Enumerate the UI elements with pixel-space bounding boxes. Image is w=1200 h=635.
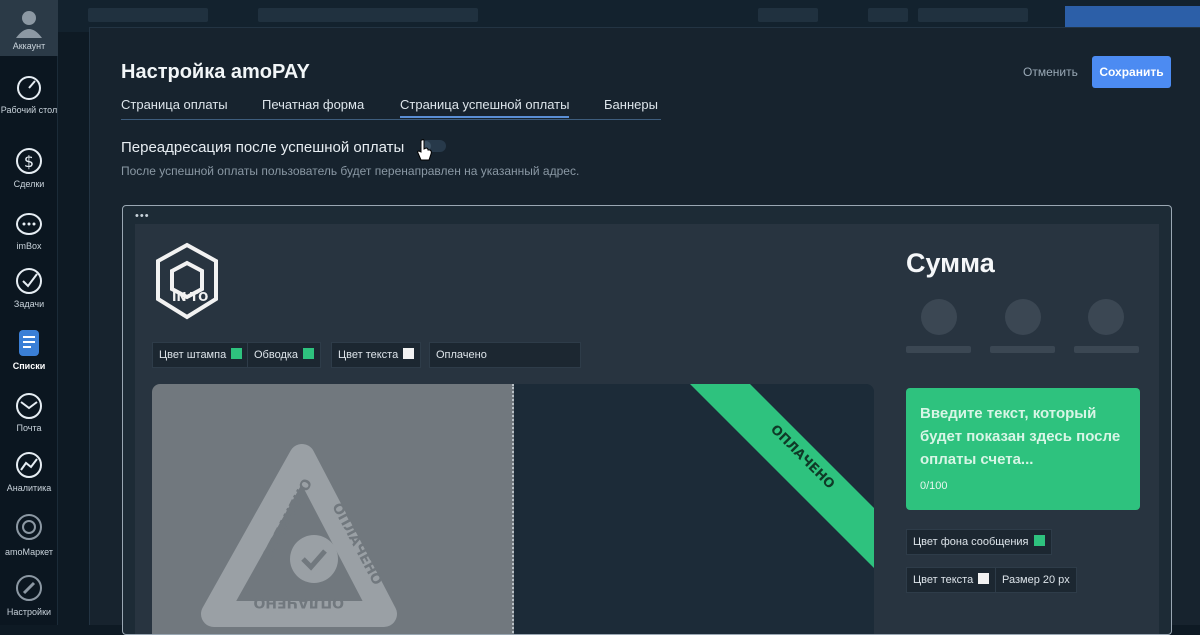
stamp-text-value: Оплачено [436, 349, 487, 361]
stamp-color-label: Цвет штампа [159, 349, 227, 361]
sum-title: Сумма [906, 248, 995, 278]
svg-text:IN: IN [172, 290, 187, 304]
checkmark-icon [16, 268, 42, 294]
stamp-text-bottom: ОПЛАЧЕНО [253, 594, 344, 610]
sidebar-item-imbox[interactable]: imBox [0, 212, 58, 251]
company-logo: IN TO [156, 242, 218, 320]
tab-banners[interactable]: Баннеры [604, 97, 658, 112]
sidebar-item-deals[interactable]: $ Сделки [0, 146, 58, 189]
dollar-icon: $ [16, 148, 42, 174]
outline-color-swatch[interactable] [303, 348, 315, 359]
paid-ribbon: ОПЛАЧЕНО [690, 384, 874, 568]
ribbon-preview-area: ОПЛАЧЕНО [514, 384, 874, 634]
save-button[interactable]: Сохранить [1092, 56, 1171, 88]
placeholder-bar [906, 346, 971, 353]
dashboard-icon [17, 76, 41, 100]
hand-cursor-icon [417, 139, 432, 161]
sidebar-item-label: Задачи [13, 299, 45, 309]
paid-stamp: ОПЛАЧЕНО ОПЛАЧЕНО ОПЛАЧЕНО [201, 444, 397, 627]
background-link [868, 8, 908, 22]
placeholder-bar [1074, 346, 1139, 353]
background-link [918, 8, 1028, 22]
settings-tabs: Страница оплаты Печатная форма Страница … [121, 96, 661, 120]
sidebar-item-lists[interactable]: Списки [0, 328, 58, 371]
message-text-color-control[interactable]: Цвет текста [906, 567, 997, 593]
sidebar-item-label: Аккаунт [12, 41, 46, 51]
success-page-preview: ••• IN TO Цвет штампа Обводка Цвет текст… [122, 205, 1172, 635]
text-color-swatch[interactable] [403, 348, 415, 359]
chat-icon [16, 213, 42, 235]
sidebar-item-label: Почта [16, 423, 42, 433]
background-counter [758, 8, 818, 22]
sidebar-item-label: Списки [12, 361, 46, 371]
outline-color-control[interactable]: Обводка [247, 342, 322, 368]
market-icon [16, 514, 42, 540]
stamp-color-control[interactable]: Цвет штампа [152, 342, 250, 368]
stamp-preview-area: ОПЛАЧЕНО ОПЛАЧЕНО ОПЛАЧЕНО [152, 384, 514, 634]
message-bg-color-label: Цвет фона сообщения [913, 536, 1029, 548]
sidebar-item-label: imBox [16, 241, 42, 251]
sidebar-item-analytics[interactable]: Аналитика [0, 450, 58, 493]
placeholder-circle [1005, 299, 1041, 335]
lists-icon [19, 330, 39, 356]
message-text-color-swatch[interactable] [978, 573, 990, 584]
background-search [258, 8, 478, 22]
stamp-text-input[interactable]: Оплачено [429, 342, 581, 368]
message-text-color-label: Цвет текста [913, 574, 974, 586]
sidebar-item-label: amoМаркет [5, 547, 53, 557]
outline-label: Обводка [254, 349, 299, 361]
settings-icon [16, 575, 42, 601]
sidebar-item-dashboard[interactable]: Рабочий стол [0, 74, 58, 115]
sidebar-item-label: Рабочий стол [0, 105, 58, 115]
sidebar-item-label: Сделки [13, 179, 45, 189]
svg-text:$: $ [24, 152, 34, 171]
placeholder-bar [990, 346, 1055, 353]
background-title [88, 8, 208, 22]
text-color-label: Цвет текста [338, 349, 399, 361]
sidebar-item-account[interactable]: Аккаунт [0, 0, 58, 56]
browser-dots: ••• [135, 210, 150, 222]
stamp-color-swatch[interactable] [231, 348, 243, 359]
message-bg-color-swatch[interactable] [1033, 535, 1045, 546]
sidebar-item-mail[interactable]: Почта [0, 392, 58, 433]
tab-payment-page[interactable]: Страница оплаты [121, 97, 228, 112]
amopay-settings-modal: Настройка amoPAY Отменить Сохранить Стра… [89, 27, 1200, 635]
sidebar-item-tasks[interactable]: Задачи [0, 266, 58, 309]
placeholder-circle [921, 299, 957, 335]
success-message-input[interactable]: Введите текст, который будет показан зде… [906, 388, 1140, 510]
tab-success-page[interactable]: Страница успешной оплаты [400, 97, 570, 118]
message-placeholder: Введите текст, который будет показан зде… [920, 405, 1121, 468]
user-avatar-icon [16, 11, 42, 38]
message-size-control[interactable]: Размер 20 px [995, 567, 1077, 593]
tab-print-form[interactable]: Печатная форма [262, 97, 364, 112]
app-sidebar: Аккаунт Рабочий стол $ Сделки imBox Зада… [0, 0, 58, 625]
message-bg-color-control[interactable]: Цвет фона сообщения [906, 529, 1052, 555]
modal-title: Настройка amoPAY [121, 61, 310, 83]
sidebar-item-label: Аналитика [6, 483, 52, 493]
preview-canvas: IN TO Цвет штампа Обводка Цвет текста Оп… [135, 224, 1159, 634]
invoice-preview-card: ОПЛАЧЕНО ОПЛАЧЕНО ОПЛАЧЕНО ОПЛАЧЕНО [152, 384, 874, 634]
message-size-label: Размер 20 px [1002, 574, 1070, 586]
sidebar-item-market[interactable]: amoМаркет [0, 510, 58, 557]
mail-icon [16, 393, 42, 419]
sidebar-item-label: Настройки [6, 607, 52, 617]
stamp-text-color-control[interactable]: Цвет текста [331, 342, 422, 368]
placeholder-circle [1088, 299, 1124, 335]
sidebar-item-settings[interactable]: Настройки [0, 572, 58, 617]
analytics-icon [16, 452, 42, 478]
redirect-hint: После успешной оплаты пользователь будет… [121, 164, 580, 178]
redirect-label: Переадресация после успешной оплаты [121, 139, 405, 156]
message-counter: 0/100 [920, 480, 948, 492]
cancel-button[interactable]: Отменить [1023, 65, 1078, 79]
svg-text:TO: TO [190, 290, 208, 304]
